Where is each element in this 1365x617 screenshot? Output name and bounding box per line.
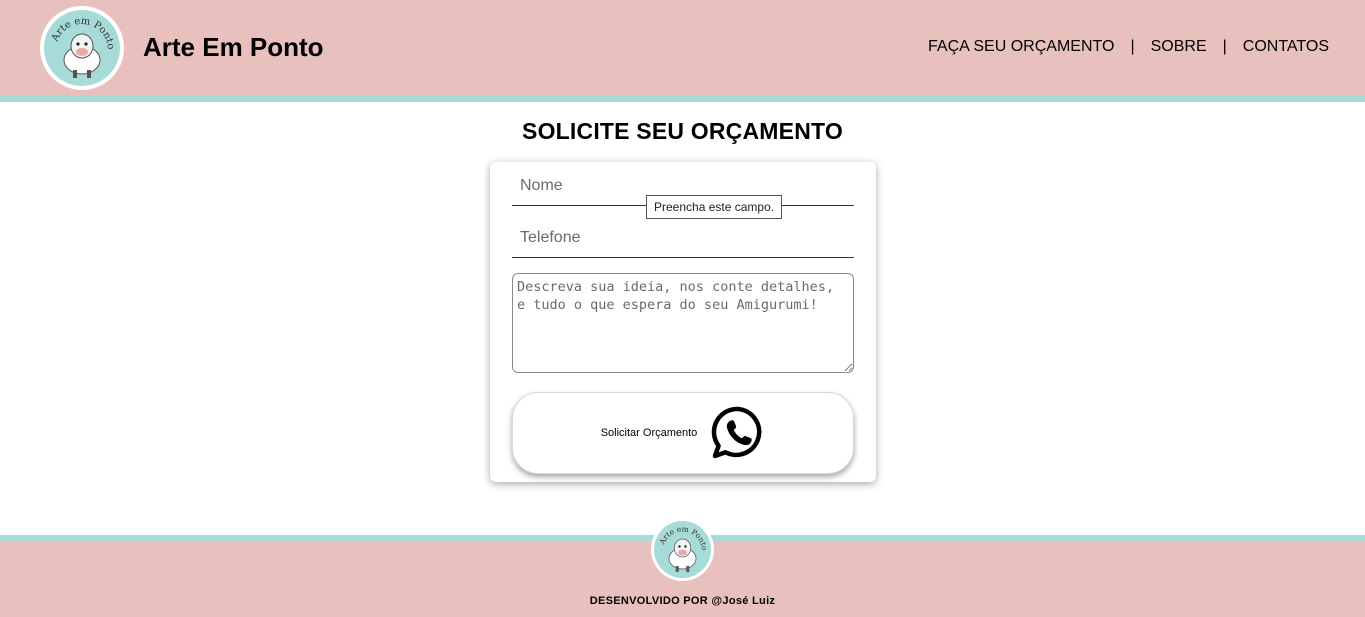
phone-input[interactable] — [512, 218, 854, 258]
nav-separator: | — [1222, 38, 1227, 55]
whatsapp-icon — [712, 406, 762, 459]
footer-credit: DESENVOLVIDO POR @José Luiz — [589, 595, 776, 607]
sheep-logo-icon: Arte em Ponto — [44, 10, 120, 86]
sheep-logo-icon: Arte em Ponto — [654, 521, 711, 578]
nav-separator: | — [1130, 38, 1135, 55]
nav-link-sobre[interactable]: SOBRE — [1151, 38, 1207, 56]
nav-link-orcamento[interactable]: FAÇA SEU ORÇAMENTO — [928, 38, 1114, 56]
main-nav: FAÇA SEU ORÇAMENTO | SOBRE | CONTATOS — [928, 38, 1329, 56]
site-header: Arte em Ponto Arte Em Ponto FAÇA SEU ORÇ… — [0, 0, 1365, 96]
idea-textarea[interactable] — [512, 273, 854, 373]
nav-link-contatos[interactable]: CONTATOS — [1243, 38, 1329, 56]
logo[interactable]: Arte em Ponto — [40, 6, 124, 90]
request-quote-label: Solicitar Orçamento — [600, 427, 698, 439]
header-divider — [0, 96, 1365, 102]
page-title: SOLICITE SEU ORÇAMENTO — [522, 118, 843, 144]
quote-form: Preencha este campo. Solicitar Orçamento — [490, 162, 876, 482]
validation-tooltip: Preencha este campo. — [646, 195, 783, 219]
brand-title: Arte Em Ponto — [143, 32, 324, 62]
footer-logo[interactable]: Arte em Ponto — [651, 518, 714, 581]
request-quote-button[interactable]: Solicitar Orçamento — [512, 392, 854, 474]
